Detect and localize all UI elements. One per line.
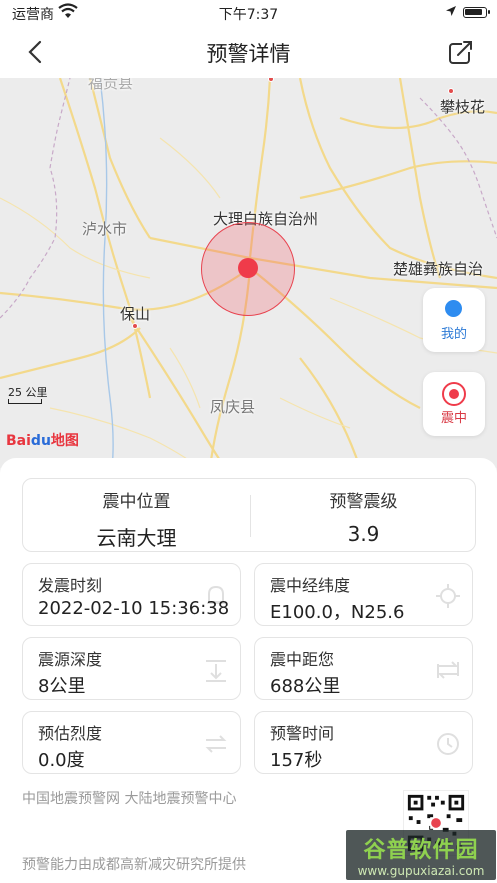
map-label-fengqing: 凤庆县 [210, 398, 256, 416]
warning-magnitude: 预警震级 3.9 [250, 479, 477, 553]
watermark-url: www.gupuxiazai.com [357, 864, 485, 878]
crosshair-icon [436, 584, 460, 608]
map-view[interactable]: 福贡县 攀枝花 大理白族自治州 泸水市 楚雄彝族自治 保山 凤庆县 25 公里 … [0, 78, 497, 468]
map-scale-bar [8, 399, 42, 404]
detail-value: E100.0，N25.6 [270, 602, 405, 623]
summary-card: 震中位置 云南大理 预警震级 3.9 [22, 478, 476, 552]
detail-origin-time: 发震时刻 2022-02-10 15:36:38 [22, 563, 241, 626]
detail-value: 0.0度 [38, 750, 85, 771]
detail-value: 2022-02-10 15:36:38 [38, 598, 230, 619]
map-label-panzhihua: 攀枝花 [440, 98, 486, 116]
detail-distance: 震中距您 688公里 [254, 637, 473, 700]
watermark: 谷普软件园 www.gupuxiazai.com [346, 830, 496, 880]
location-value: 云南大理 [96, 526, 177, 550]
epicenter-icon [442, 382, 466, 406]
detail-label: 预警时间 [270, 724, 335, 743]
epicenter-label: 震中 [440, 411, 467, 426]
map-label-lushui: 泸水市 [82, 220, 128, 238]
my-location-label: 我的 [440, 327, 467, 342]
distance-icon [437, 661, 459, 679]
epicenter-location: 震中位置 云南大理 [23, 479, 250, 553]
clock-icon [437, 733, 459, 755]
battery-icon [463, 7, 490, 18]
detail-label: 震中经纬度 [270, 576, 351, 595]
my-location-button[interactable]: 我的 [423, 288, 485, 352]
intensity-icon [205, 735, 227, 753]
watermark-title: 谷普软件园 [363, 838, 479, 863]
detail-intensity: 预估烈度 0.0度 [22, 711, 241, 774]
location-arrow-icon [446, 6, 456, 16]
nav-bar: 预警详情 [0, 26, 497, 78]
detail-label: 震中距您 [270, 650, 335, 669]
map-label-top: 福贡县 [88, 78, 134, 92]
map-scale-label: 25 公里 [8, 386, 48, 399]
map-label-baoshan: 保山 [120, 305, 151, 323]
detail-label: 发震时刻 [38, 576, 103, 595]
source-text: 中国地震预警网 大陆地震预警中心 [22, 791, 237, 807]
share-icon[interactable] [447, 38, 475, 66]
detail-value: 688公里 [270, 676, 341, 697]
detail-label: 预估烈度 [38, 724, 103, 743]
detail-depth: 震源深度 8公里 [22, 637, 241, 700]
magnitude-label: 预警震级 [329, 492, 398, 512]
city-dot [448, 88, 454, 94]
epicenter-button[interactable]: 震中 [423, 372, 485, 436]
bell-icon [207, 585, 225, 604]
baidu-map-logo: Baidu地图 [6, 433, 79, 449]
detail-warning-time: 预警时间 157秒 [254, 711, 473, 774]
depth-icon [206, 660, 226, 682]
page-title: 预警详情 [206, 42, 291, 66]
city-dot [132, 323, 138, 329]
provider-text: 预警能力由成都高新减灾研究所提供 [22, 857, 246, 873]
detail-value: 8公里 [38, 676, 86, 697]
clock-time: 下午7:37 [218, 7, 279, 23]
detail-coordinates: 震中经纬度 E100.0，N25.6 [254, 563, 473, 626]
detail-value: 157秒 [270, 750, 323, 771]
map-label-chuxiong: 楚雄彝族自治 [393, 260, 484, 278]
epicenter-marker[interactable] [238, 258, 258, 278]
status-bar: 运营商 下午7:37 [0, 0, 497, 26]
magnitude-value: 3.9 [347, 522, 380, 546]
my-location-icon [445, 300, 462, 317]
location-label: 震中位置 [102, 492, 171, 512]
detail-label: 震源深度 [38, 650, 103, 669]
detail-sheet: 震中位置 云南大理 预警震级 3.9 发震时刻 2022-02-10 15:36… [0, 458, 497, 883]
